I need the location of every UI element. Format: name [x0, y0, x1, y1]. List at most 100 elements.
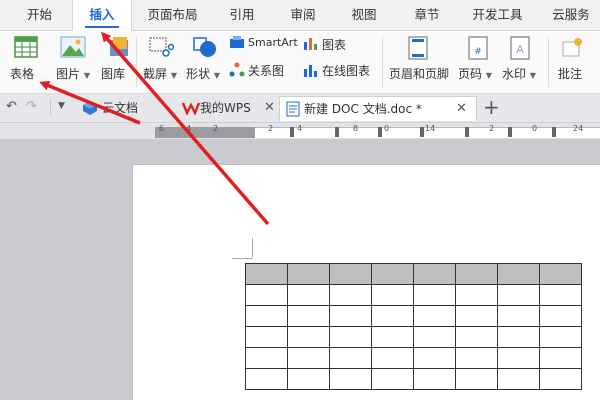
table-cell[interactable]: [455, 347, 498, 369]
table-cell[interactable]: [287, 326, 330, 348]
undo-icon[interactable]: ↶: [6, 99, 17, 114]
table-cell[interactable]: [413, 305, 456, 327]
table-cell[interactable]: [539, 263, 582, 285]
table-cell[interactable]: [329, 347, 372, 369]
table-cell[interactable]: [245, 347, 288, 369]
table-cell[interactable]: [371, 263, 414, 285]
watermark-label: 水印 ▼: [502, 67, 536, 81]
ruler-indent-marker[interactable]: [378, 127, 382, 137]
ruler-indent-marker[interactable]: [290, 127, 294, 137]
table-cell[interactable]: [455, 326, 498, 348]
table-cell[interactable]: [413, 347, 456, 369]
smartart-button[interactable]: SmartArt: [229, 35, 301, 55]
table-cell[interactable]: [371, 368, 414, 390]
table-cell[interactable]: [455, 263, 498, 285]
tab-page-layout[interactable]: 页面布局: [140, 0, 205, 30]
chart-button[interactable]: 图表: [303, 35, 358, 55]
tab-review[interactable]: 审阅: [283, 0, 323, 30]
table-cell[interactable]: [497, 263, 540, 285]
close-icon[interactable]: ✕: [456, 97, 467, 121]
ruler-indent-marker[interactable]: [465, 127, 469, 137]
online-chart-label: 在线图表: [322, 64, 371, 78]
table-cell[interactable]: [329, 326, 372, 348]
table-cell[interactable]: [497, 347, 540, 369]
table-cell[interactable]: [455, 284, 498, 306]
tab-start[interactable]: 开始: [12, 0, 67, 30]
table-cell[interactable]: [329, 263, 372, 285]
redo-icon[interactable]: ↷: [26, 99, 37, 114]
table-cell[interactable]: [329, 368, 372, 390]
table-icon: [14, 36, 38, 58]
table-cell[interactable]: [539, 368, 582, 390]
tab-cloud-docs[interactable]: 云文档: [80, 96, 168, 120]
table-cell[interactable]: [497, 368, 540, 390]
table-label: 表格: [10, 67, 35, 81]
ruler-indent-marker[interactable]: [508, 127, 512, 137]
table-cell[interactable]: [245, 263, 288, 285]
table-cell[interactable]: [455, 368, 498, 390]
screenshot-button[interactable]: 截屏 ▼: [140, 31, 184, 91]
table-cell[interactable]: [371, 284, 414, 306]
ruler-label: 6: [159, 124, 165, 133]
close-icon[interactable]: ✕: [264, 96, 275, 120]
tab-current-document[interactable]: 新建 DOC 文档.doc * ✕: [279, 96, 477, 121]
tab-view[interactable]: 视图: [344, 0, 384, 30]
ruler-indent-marker[interactable]: [335, 127, 339, 137]
table-cell[interactable]: [245, 368, 288, 390]
table-cell[interactable]: [371, 347, 414, 369]
table-cell[interactable]: [287, 347, 330, 369]
document-table[interactable]: [245, 263, 582, 390]
page-corner-mark: [252, 238, 253, 258]
page-number-button[interactable]: # 页码 ▼: [456, 31, 500, 91]
gallery-button[interactable]: 图库: [98, 31, 138, 91]
table-cell[interactable]: [245, 305, 288, 327]
table-cell[interactable]: [371, 326, 414, 348]
chart-label: 图表: [322, 38, 347, 52]
ruler-indent-marker[interactable]: [420, 127, 424, 137]
tab-developer[interactable]: 开发工具: [465, 0, 530, 30]
table-cell[interactable]: [497, 284, 540, 306]
online-chart-button[interactable]: 在线图表: [303, 61, 378, 81]
table-cell[interactable]: [497, 305, 540, 327]
relation-diagram-button[interactable]: 关系图: [229, 61, 301, 81]
table-cell[interactable]: [413, 368, 456, 390]
tab-insert[interactable]: 插入: [72, 0, 132, 31]
ruler-label: 2: [268, 124, 274, 133]
table-cell[interactable]: [287, 284, 330, 306]
table-cell[interactable]: [539, 326, 582, 348]
table-cell[interactable]: [413, 326, 456, 348]
table-cell[interactable]: [287, 368, 330, 390]
comment-button[interactable]: 批注: [552, 31, 592, 91]
table-row: [245, 305, 582, 327]
watermark-button[interactable]: A 水印 ▼: [500, 31, 544, 91]
table-cell[interactable]: [287, 305, 330, 327]
ruler-indent-marker[interactable]: [552, 127, 556, 137]
table-cell[interactable]: [413, 263, 456, 285]
table-cell[interactable]: [539, 347, 582, 369]
table-button[interactable]: 表格: [6, 31, 46, 91]
dropdown-chevron-icon[interactable]: ▼: [58, 101, 65, 111]
ruler-label: 0: [384, 124, 390, 133]
table-cell[interactable]: [371, 305, 414, 327]
shape-button[interactable]: 形状 ▼: [184, 31, 228, 91]
picture-button[interactable]: 图片 ▼: [52, 31, 96, 91]
header-footer-button[interactable]: 页眉和页脚: [386, 31, 454, 91]
table-cell[interactable]: [539, 284, 582, 306]
table-cell[interactable]: [497, 326, 540, 348]
table-cell[interactable]: [245, 326, 288, 348]
table-cell[interactable]: [413, 284, 456, 306]
tab-chapter[interactable]: 章节: [407, 0, 447, 30]
table-cell[interactable]: [245, 284, 288, 306]
table-cell[interactable]: [329, 284, 372, 306]
header-footer-label: 页眉和页脚: [389, 67, 450, 81]
horizontal-ruler[interactable]: 6 4 2 2 4 8 0 14 2 0 24: [0, 123, 600, 139]
tab-cloud-service[interactable]: 云服务: [542, 0, 600, 30]
table-cell[interactable]: [329, 305, 372, 327]
table-cell[interactable]: [287, 263, 330, 285]
table-cell[interactable]: [455, 305, 498, 327]
tab-my-wps[interactable]: 我的WPS ✕: [182, 96, 278, 120]
new-tab-plus-icon[interactable]: +: [483, 94, 500, 120]
table-cell[interactable]: [539, 305, 582, 327]
tab-references[interactable]: 引用: [222, 0, 262, 30]
doc-file-icon: [286, 101, 300, 117]
